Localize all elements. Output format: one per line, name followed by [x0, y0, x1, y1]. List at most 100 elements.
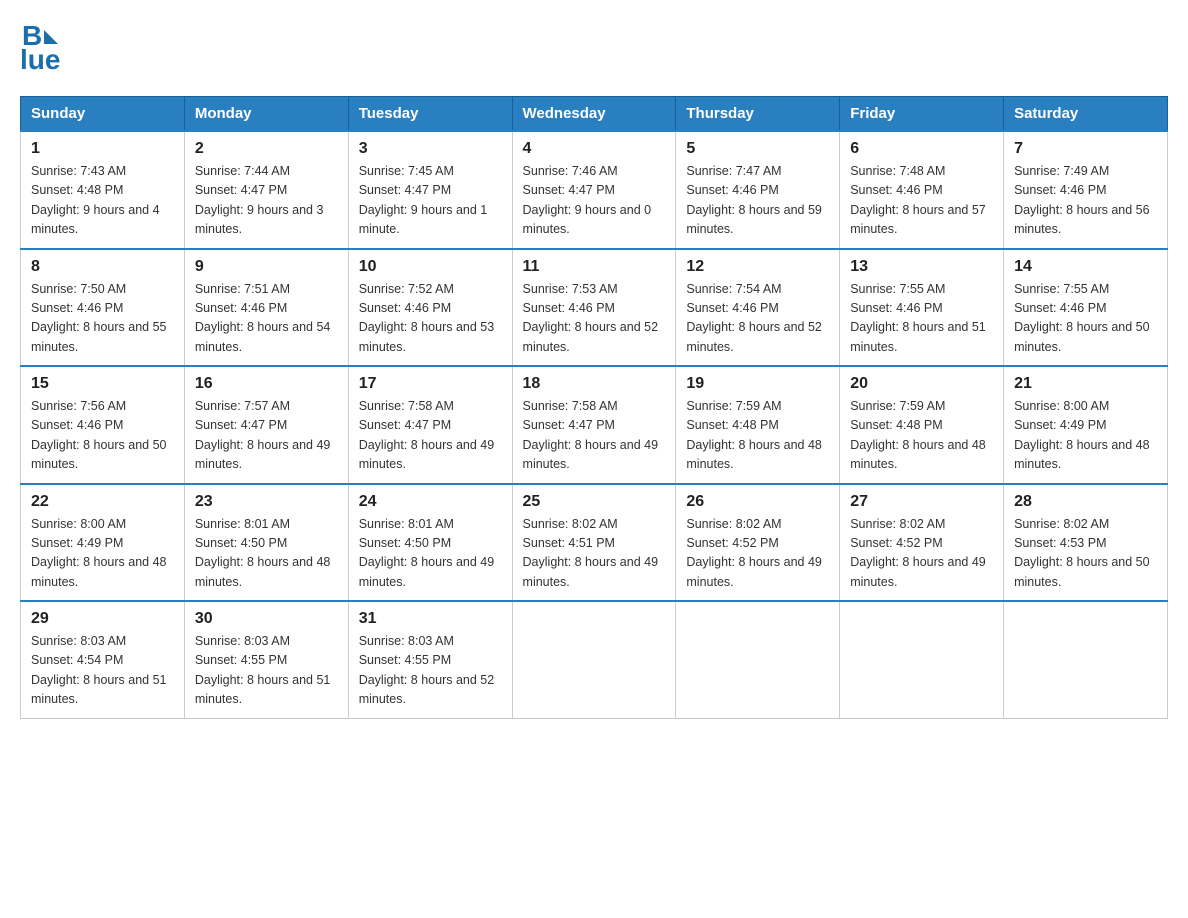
day-info: Sunrise: 7:59 AMSunset: 4:48 PMDaylight:… [686, 397, 829, 475]
calendar-week-row: 15 Sunrise: 7:56 AMSunset: 4:46 PMDayligh… [21, 366, 1168, 484]
day-info: Sunrise: 7:55 AMSunset: 4:46 PMDaylight:… [850, 280, 993, 358]
day-info: Sunrise: 7:51 AMSunset: 4:46 PMDaylight:… [195, 280, 338, 358]
logo-blue-rest: lue [20, 44, 60, 76]
day-number: 9 [195, 258, 338, 276]
day-number: 4 [523, 140, 666, 158]
day-info: Sunrise: 7:43 AMSunset: 4:48 PMDaylight:… [31, 162, 174, 240]
day-number: 22 [31, 493, 174, 511]
day-number: 10 [359, 258, 502, 276]
day-number: 29 [31, 610, 174, 628]
calendar-cell [512, 601, 676, 718]
day-number: 14 [1014, 258, 1157, 276]
calendar-cell: 3 Sunrise: 7:45 AMSunset: 4:47 PMDaylight… [348, 131, 512, 249]
day-info: Sunrise: 8:02 AMSunset: 4:52 PMDaylight:… [686, 515, 829, 593]
day-number: 16 [195, 375, 338, 393]
day-info: Sunrise: 7:50 AMSunset: 4:46 PMDaylight:… [31, 280, 174, 358]
calendar-cell: 24 Sunrise: 8:01 AMSunset: 4:50 PMDayligh… [348, 484, 512, 602]
calendar-cell: 22 Sunrise: 8:00 AMSunset: 4:49 PMDayligh… [21, 484, 185, 602]
logo-arrow-icon [44, 30, 58, 44]
calendar-cell: 7 Sunrise: 7:49 AMSunset: 4:46 PMDaylight… [1004, 131, 1168, 249]
day-info: Sunrise: 7:56 AMSunset: 4:46 PMDaylight:… [31, 397, 174, 475]
day-of-week-header: Tuesday [348, 97, 512, 132]
calendar-cell: 12 Sunrise: 7:54 AMSunset: 4:46 PMDayligh… [676, 249, 840, 367]
day-info: Sunrise: 7:54 AMSunset: 4:46 PMDaylight:… [686, 280, 829, 358]
calendar-cell: 9 Sunrise: 7:51 AMSunset: 4:46 PMDaylight… [184, 249, 348, 367]
day-number: 27 [850, 493, 993, 511]
calendar-table: SundayMondayTuesdayWednesdayThursdayFrid… [20, 96, 1168, 719]
day-number: 23 [195, 493, 338, 511]
day-info: Sunrise: 7:59 AMSunset: 4:48 PMDaylight:… [850, 397, 993, 475]
calendar-cell [840, 601, 1004, 718]
day-number: 3 [359, 140, 502, 158]
day-info: Sunrise: 8:00 AMSunset: 4:49 PMDaylight:… [31, 515, 174, 593]
calendar-cell: 26 Sunrise: 8:02 AMSunset: 4:52 PMDayligh… [676, 484, 840, 602]
day-of-week-header: Thursday [676, 97, 840, 132]
calendar-cell: 5 Sunrise: 7:47 AMSunset: 4:46 PMDaylight… [676, 131, 840, 249]
day-number: 13 [850, 258, 993, 276]
day-info: Sunrise: 7:49 AMSunset: 4:46 PMDaylight:… [1014, 162, 1157, 240]
day-info: Sunrise: 7:53 AMSunset: 4:46 PMDaylight:… [523, 280, 666, 358]
day-info: Sunrise: 7:57 AMSunset: 4:47 PMDaylight:… [195, 397, 338, 475]
calendar-cell [676, 601, 840, 718]
calendar-cell: 29Sunrise: 8:03 AMSunset: 4:54 PMDayligh… [21, 601, 185, 718]
day-info: Sunrise: 8:02 AMSunset: 4:52 PMDaylight:… [850, 515, 993, 593]
day-info: Sunrise: 8:01 AMSunset: 4:50 PMDaylight:… [195, 515, 338, 593]
day-info: Sunrise: 7:47 AMSunset: 4:46 PMDaylight:… [686, 162, 829, 240]
calendar-cell: 23 Sunrise: 8:01 AMSunset: 4:50 PMDayligh… [184, 484, 348, 602]
calendar-cell: 16 Sunrise: 7:57 AMSunset: 4:47 PMDayligh… [184, 366, 348, 484]
calendar-cell: 13 Sunrise: 7:55 AMSunset: 4:46 PMDayligh… [840, 249, 1004, 367]
calendar-cell: 19 Sunrise: 7:59 AMSunset: 4:48 PMDayligh… [676, 366, 840, 484]
calendar-cell: 11 Sunrise: 7:53 AMSunset: 4:46 PMDayligh… [512, 249, 676, 367]
day-number: 18 [523, 375, 666, 393]
day-number: 8 [31, 258, 174, 276]
day-number: 24 [359, 493, 502, 511]
calendar-cell: 31Sunrise: 8:03 AMSunset: 4:55 PMDayligh… [348, 601, 512, 718]
day-number: 7 [1014, 140, 1157, 158]
day-of-week-header: Wednesday [512, 97, 676, 132]
calendar-week-row: 22 Sunrise: 8:00 AMSunset: 4:49 PMDayligh… [21, 484, 1168, 602]
day-info: Sunrise: 7:48 AMSunset: 4:46 PMDaylight:… [850, 162, 993, 240]
day-of-week-header: Friday [840, 97, 1004, 132]
day-number: 2 [195, 140, 338, 158]
day-number: 17 [359, 375, 502, 393]
day-number: 25 [523, 493, 666, 511]
day-number: 31 [359, 610, 502, 628]
day-number: 19 [686, 375, 829, 393]
calendar-week-row: 29Sunrise: 8:03 AMSunset: 4:54 PMDayligh… [21, 601, 1168, 718]
calendar-cell: 2 Sunrise: 7:44 AMSunset: 4:47 PMDaylight… [184, 131, 348, 249]
calendar-week-row: 8 Sunrise: 7:50 AMSunset: 4:46 PMDaylight… [21, 249, 1168, 367]
calendar-cell: 14 Sunrise: 7:55 AMSunset: 4:46 PMDayligh… [1004, 249, 1168, 367]
day-info: Sunrise: 8:02 AMSunset: 4:51 PMDaylight:… [523, 515, 666, 593]
day-info: Sunrise: 7:52 AMSunset: 4:46 PMDaylight:… [359, 280, 502, 358]
calendar-cell [1004, 601, 1168, 718]
day-of-week-header: Saturday [1004, 97, 1168, 132]
day-of-week-header: Monday [184, 97, 348, 132]
day-info: Sunrise: 7:45 AMSunset: 4:47 PMDaylight:… [359, 162, 502, 240]
calendar-cell: 20 Sunrise: 7:59 AMSunset: 4:48 PMDayligh… [840, 366, 1004, 484]
day-number: 15 [31, 375, 174, 393]
day-number: 11 [523, 258, 666, 276]
day-number: 20 [850, 375, 993, 393]
day-info: Sunrise: 7:55 AMSunset: 4:46 PMDaylight:… [1014, 280, 1157, 358]
day-number: 6 [850, 140, 993, 158]
day-info: Sunrise: 8:00 AMSunset: 4:49 PMDaylight:… [1014, 397, 1157, 475]
day-info: Sunrise: 7:58 AMSunset: 4:47 PMDaylight:… [523, 397, 666, 475]
calendar-cell: 21Sunrise: 8:00 AMSunset: 4:49 PMDayligh… [1004, 366, 1168, 484]
day-info: Sunrise: 7:44 AMSunset: 4:47 PMDaylight:… [195, 162, 338, 240]
day-number: 5 [686, 140, 829, 158]
day-of-week-header: Sunday [21, 97, 185, 132]
calendar-cell: 6 Sunrise: 7:48 AMSunset: 4:46 PMDaylight… [840, 131, 1004, 249]
page-header: B lue [20, 20, 1168, 76]
day-info: Sunrise: 8:03 AMSunset: 4:55 PMDaylight:… [195, 632, 338, 710]
calendar-cell: 27 Sunrise: 8:02 AMSunset: 4:52 PMDayligh… [840, 484, 1004, 602]
calendar-cell: 8 Sunrise: 7:50 AMSunset: 4:46 PMDaylight… [21, 249, 185, 367]
calendar-week-row: 1Sunrise: 7:43 AMSunset: 4:48 PMDaylight… [21, 131, 1168, 249]
calendar-cell: 15 Sunrise: 7:56 AMSunset: 4:46 PMDayligh… [21, 366, 185, 484]
day-number: 26 [686, 493, 829, 511]
calendar-cell: 25 Sunrise: 8:02 AMSunset: 4:51 PMDayligh… [512, 484, 676, 602]
calendar-cell: 4Sunrise: 7:46 AMSunset: 4:47 PMDaylight… [512, 131, 676, 249]
day-number: 12 [686, 258, 829, 276]
day-number: 30 [195, 610, 338, 628]
day-info: Sunrise: 8:01 AMSunset: 4:50 PMDaylight:… [359, 515, 502, 593]
day-number: 28 [1014, 493, 1157, 511]
